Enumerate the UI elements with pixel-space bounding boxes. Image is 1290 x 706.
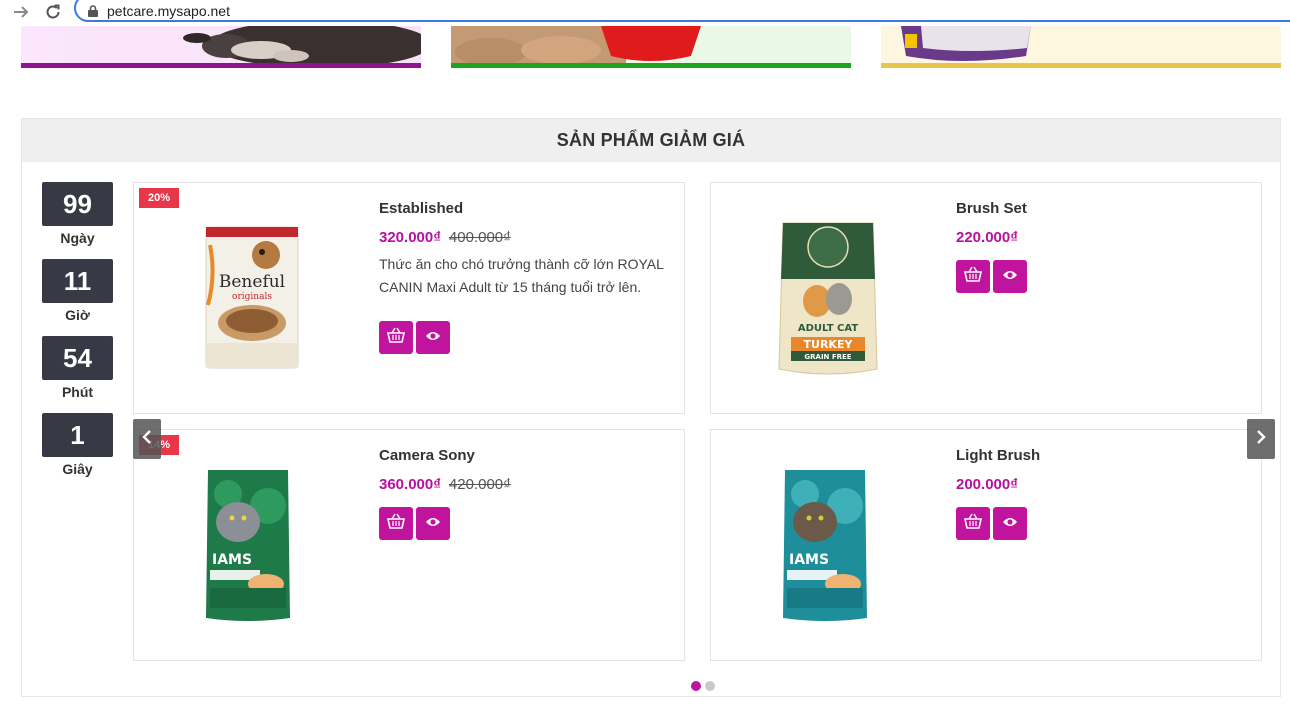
product-name[interactable]: Light Brush <box>956 447 1040 464</box>
product-name[interactable]: Camera Sony <box>379 447 475 464</box>
svg-text:IAMS: IAMS <box>212 552 252 568</box>
product-image[interactable]: IAMS <box>204 466 292 629</box>
forward-arrow-icon[interactable] <box>10 2 32 22</box>
carousel-prev-button[interactable] <box>133 419 161 459</box>
section-title: SẢN PHẨM GIẢM GIÁ <box>556 130 746 150</box>
svg-text:ADULT CAT: ADULT CAT <box>798 323 858 334</box>
sleeping-dog-image <box>183 26 421 68</box>
sale-price: 220.000₫ <box>956 229 1018 246</box>
carousel-dot[interactable] <box>705 681 715 691</box>
countdown-hours-value: 11 <box>42 259 113 303</box>
lock-icon <box>88 4 98 17</box>
countdown-seconds-label: Giây <box>62 461 93 477</box>
product-name[interactable]: Established <box>379 200 463 217</box>
basket-icon <box>387 513 405 534</box>
product-card[interactable]: Beneful originals 20% Established 320.00… <box>133 182 685 414</box>
countdown-minutes-value: 54 <box>42 336 113 380</box>
banner-stripe <box>21 63 421 68</box>
product-image[interactable]: Beneful originals <box>204 225 300 375</box>
product-image[interactable]: IAMS <box>781 466 869 629</box>
reload-icon[interactable] <box>42 2 64 22</box>
basket-icon <box>964 266 982 287</box>
cat-paws-image <box>451 26 701 68</box>
product-card[interactable]: IAMS Light Brush 200.000₫ <box>710 429 1262 661</box>
quick-view-button[interactable] <box>993 507 1027 540</box>
sale-price: 200.000₫ <box>956 476 1018 493</box>
eye-icon <box>1002 515 1018 533</box>
basket-icon <box>387 327 405 348</box>
add-to-cart-button[interactable] <box>379 507 413 540</box>
svg-text:Beneful: Beneful <box>219 272 285 292</box>
url-text[interactable]: petcare.mysapo.net <box>107 3 230 19</box>
svg-text:IAMS: IAMS <box>789 552 829 568</box>
product-card[interactable]: ADULT CAT TURKEY GRAIN FREE Brush Set 22… <box>710 182 1262 414</box>
add-to-cart-button[interactable] <box>379 321 413 354</box>
price-row: 320.000₫ 400.000₫ <box>379 229 511 246</box>
product-description: Thức ăn cho chó trưởng thành cỡ lớn ROYA… <box>379 256 664 295</box>
quick-view-button[interactable] <box>416 321 450 354</box>
promo-banner-food[interactable] <box>881 26 1281 68</box>
quick-view-button[interactable] <box>993 260 1027 293</box>
eye-icon <box>1002 268 1018 286</box>
product-name[interactable]: Brush Set <box>956 200 1027 217</box>
eye-icon <box>425 329 441 347</box>
countdown-days-label: Ngày <box>60 230 95 246</box>
svg-text:TURKEY: TURKEY <box>804 338 854 351</box>
promo-banner-cat[interactable] <box>451 26 851 68</box>
price-row: 360.000₫ 420.000₫ <box>379 476 511 493</box>
address-bar[interactable] <box>74 0 1290 22</box>
chevron-left-icon <box>142 429 152 449</box>
countdown-minutes-label: Phút <box>61 384 94 400</box>
original-price: 400.000₫ <box>448 229 511 246</box>
eye-icon <box>425 515 441 533</box>
countdown-days-value: 99 <box>42 182 113 226</box>
discount-badge: 20% <box>139 188 179 208</box>
price-row: 200.000₫ <box>956 476 1018 493</box>
food-pack-image <box>901 26 1031 61</box>
product-image[interactable]: ADULT CAT TURKEY GRAIN FREE <box>777 219 879 384</box>
carousel-next-button[interactable] <box>1247 419 1275 459</box>
svg-text:GRAIN FREE: GRAIN FREE <box>804 353 851 361</box>
price-row: 220.000₫ <box>956 229 1018 246</box>
banner-stripe <box>451 63 851 68</box>
banner-stripe <box>881 63 1281 68</box>
add-to-cart-button[interactable] <box>956 507 990 540</box>
original-price: 420.000₫ <box>448 476 511 493</box>
carousel-dot-active[interactable] <box>691 681 701 691</box>
add-to-cart-button[interactable] <box>956 260 990 293</box>
svg-text:originals: originals <box>232 292 272 302</box>
countdown-hours-label: Giờ <box>65 307 90 323</box>
sale-price: 360.000₫ <box>379 476 441 493</box>
product-card[interactable]: IAMS 14% Camera Sony 360.000₫ 420.000₫ <box>133 429 685 661</box>
basket-icon <box>964 513 982 534</box>
promo-banner-dog[interactable] <box>21 26 421 68</box>
sale-price: 320.000₫ <box>379 229 441 246</box>
countdown-seconds-value: 1 <box>42 413 113 457</box>
browser-toolbar: petcare.mysapo.net <box>0 0 1290 26</box>
section-header: SẢN PHẨM GIẢM GIÁ <box>22 119 1280 162</box>
chevron-right-icon <box>1256 429 1266 449</box>
sale-products-section: SẢN PHẨM GIẢM GIÁ 99 Ngày 11 Giờ 54 Phút… <box>21 118 1281 697</box>
quick-view-button[interactable] <box>416 507 450 540</box>
